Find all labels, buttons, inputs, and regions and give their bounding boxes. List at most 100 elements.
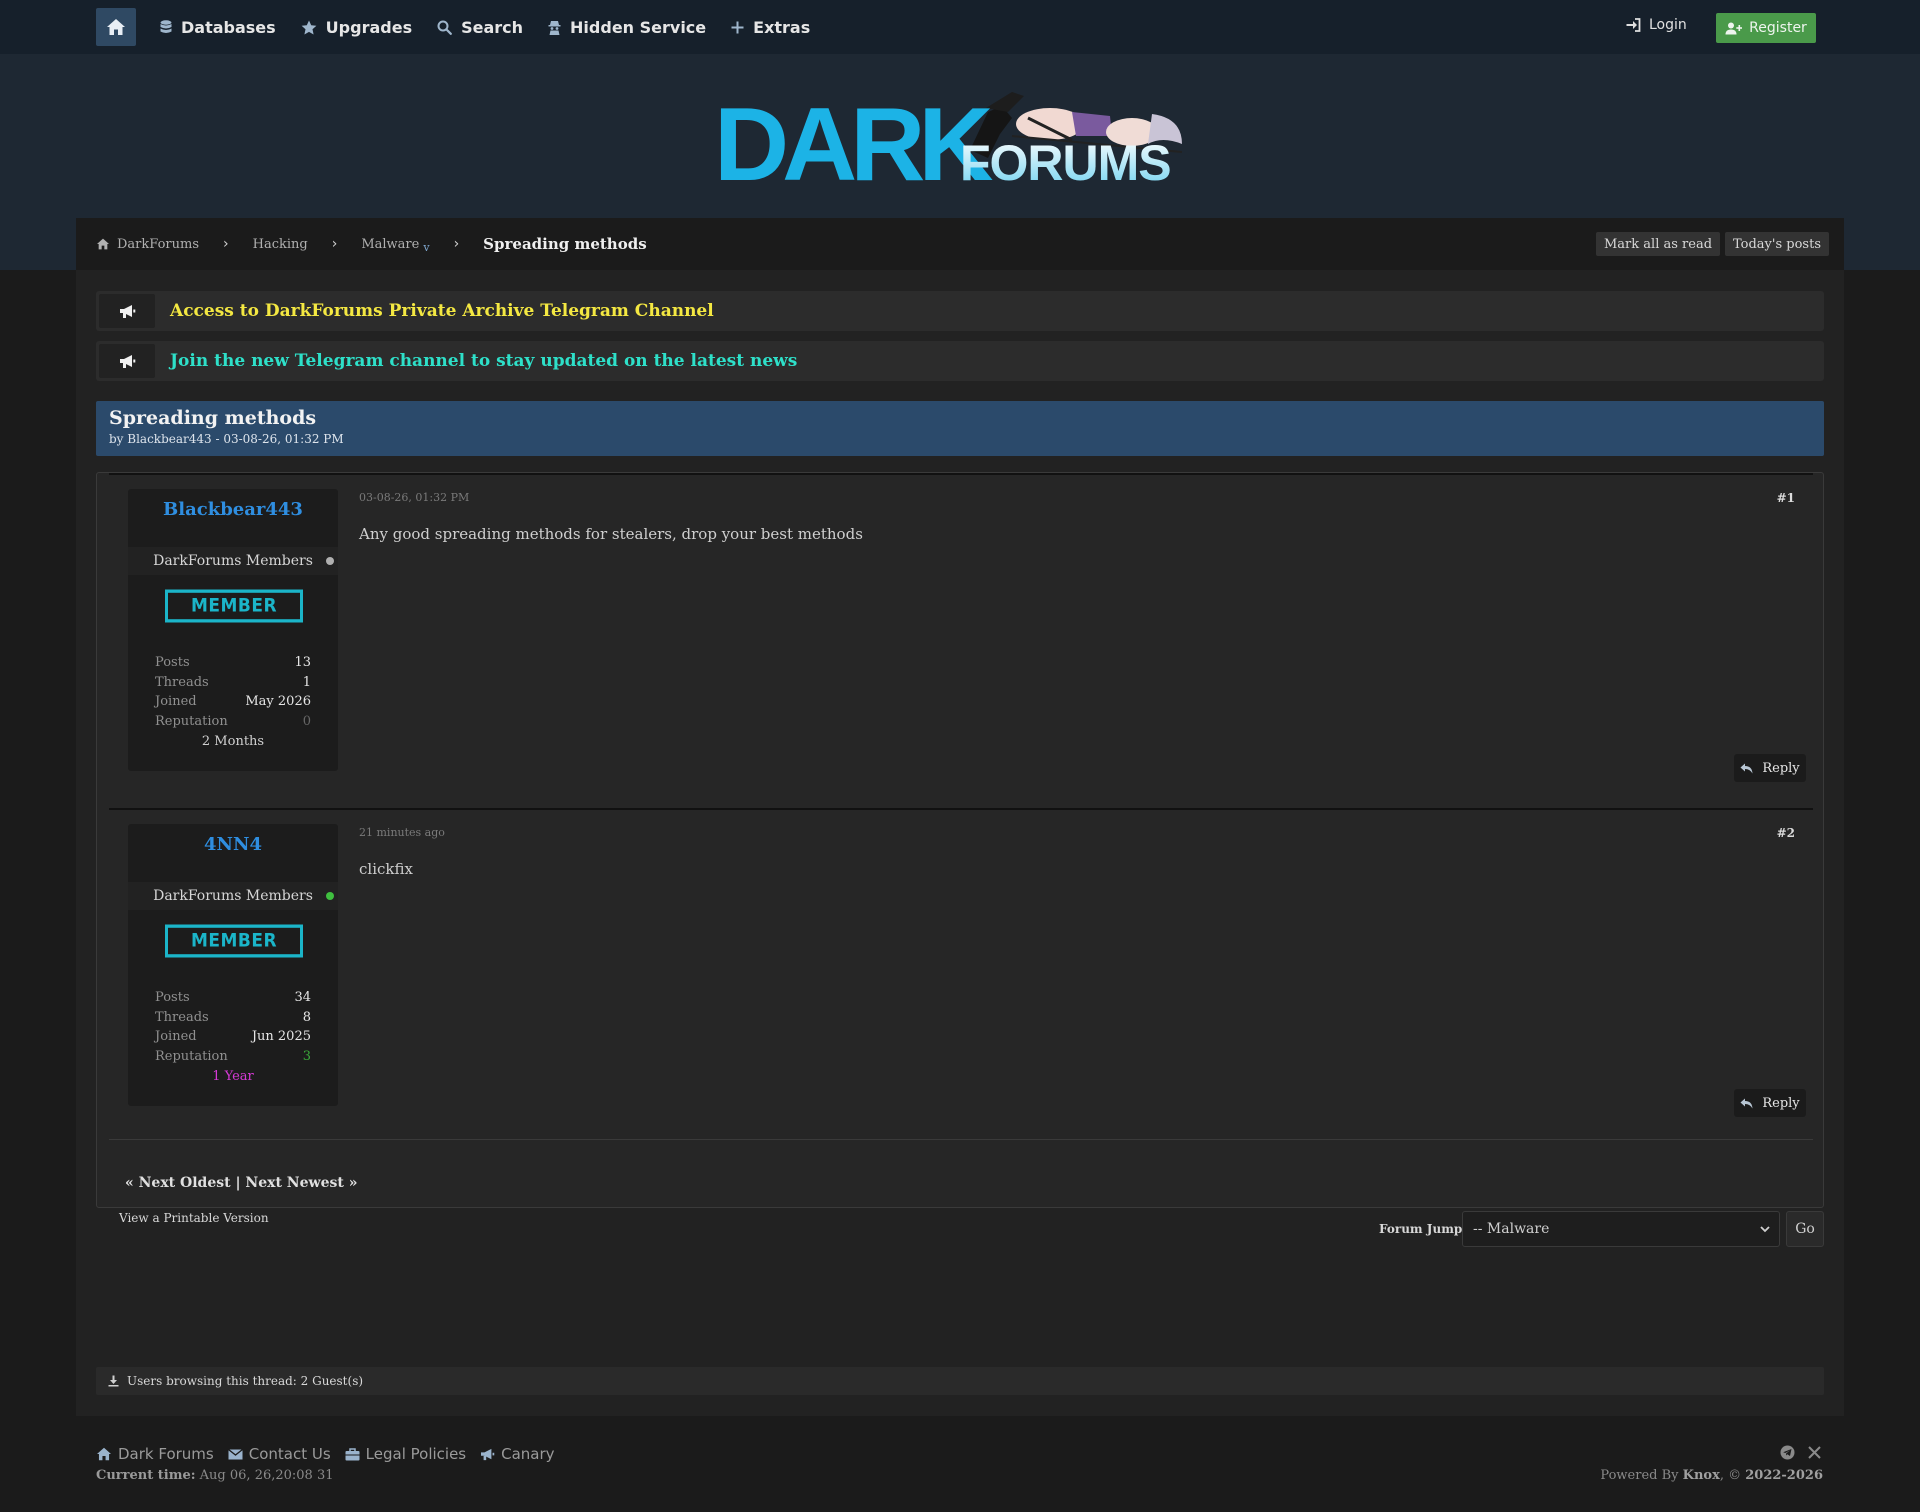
- post-number[interactable]: #2: [1777, 826, 1795, 840]
- post-author-name[interactable]: 4NN4: [128, 834, 338, 855]
- register-button[interactable]: Register: [1716, 13, 1816, 43]
- forum-jump-go-button[interactable]: Go: [1786, 1211, 1824, 1247]
- stat-value[interactable]: 8: [303, 1010, 311, 1025]
- breadcrumb-separator: ›: [223, 236, 229, 252]
- reply-icon: [1740, 1098, 1753, 1108]
- footer-link-legal-policies[interactable]: Legal Policies: [345, 1445, 466, 1463]
- stat-value[interactable]: 3: [303, 1049, 311, 1064]
- post-body: clickfix: [359, 860, 413, 878]
- stat-label: Posts: [155, 990, 190, 1005]
- post-body: Any good spreading methods for stealers,…: [359, 525, 863, 543]
- stat-value[interactable]: 13: [294, 655, 311, 670]
- offline-status-dot: [326, 557, 334, 565]
- home-icon: [107, 19, 125, 35]
- post-author-name[interactable]: Blackbear443: [128, 499, 338, 520]
- breadcrumb-item-hacking[interactable]: Hacking: [253, 237, 308, 252]
- post-author-box: Blackbear443 DarkForums Members MEMBER P…: [128, 489, 338, 771]
- footer-link-label: Contact Us: [248, 1445, 331, 1463]
- stat-posts: Posts 34: [155, 990, 311, 1005]
- stat-posts: Posts 13: [155, 655, 311, 670]
- logo-dark: DARK: [714, 87, 993, 203]
- megaphone-icon: [119, 354, 135, 368]
- search-icon: [437, 20, 452, 35]
- divider: [109, 1139, 1813, 1140]
- telegram-icon[interactable]: [1780, 1445, 1795, 1460]
- stat-reputation: Reputation 3: [155, 1049, 311, 1064]
- forum-jump-selected: -- Malware: [1473, 1221, 1550, 1237]
- rank-badge: MEMBER: [165, 924, 303, 958]
- footer-link-contact-us[interactable]: Contact Us: [227, 1445, 331, 1463]
- post-date: 03-08-26, 01:32 PM: [359, 491, 470, 504]
- stat-value[interactable]: 0: [303, 714, 311, 729]
- breadcrumb-dropdown-marker[interactable]: v: [423, 241, 429, 254]
- spy-icon: [548, 20, 561, 35]
- stat-label: Joined: [155, 1029, 197, 1044]
- printable-version-link[interactable]: View a Printable Version: [119, 1211, 269, 1225]
- star-icon: [301, 20, 317, 34]
- nav-extras[interactable]: Extras: [731, 18, 810, 37]
- posts-container: Blackbear443 DarkForums Members MEMBER P…: [96, 472, 1824, 1208]
- breadcrumb-item-darkforums: DarkForums: [117, 236, 199, 252]
- breadcrumb: DarkForums › Hacking › Malware v › Sprea…: [76, 218, 1844, 270]
- online-status-dot: [326, 892, 334, 900]
- user-group: DarkForums Members: [128, 547, 338, 575]
- users-browsing-text: Users browsing this thread: 2 Guest(s): [127, 1374, 364, 1388]
- mark-all-read-button[interactable]: Mark all as read: [1596, 232, 1721, 256]
- home-icon: [97, 238, 109, 250]
- users-browsing-bar: Users browsing this thread: 2 Guest(s): [96, 1367, 1824, 1395]
- breadcrumb-item-malware[interactable]: Malware v: [361, 236, 429, 254]
- forum-jump-select[interactable]: -- Malware: [1462, 1211, 1780, 1247]
- stat-joined: Joined Jun 2025: [155, 1029, 311, 1044]
- stat-value[interactable]: 34: [294, 990, 311, 1005]
- main-container: DarkForums › Hacking › Malware v › Sprea…: [76, 218, 1844, 1416]
- footer-link-dark-forums[interactable]: Dark Forums: [96, 1445, 214, 1463]
- post-number[interactable]: #1: [1777, 491, 1795, 505]
- announcement-telegram[interactable]: Join the new Telegram channel to stay up…: [96, 341, 1824, 381]
- home-button[interactable]: [96, 8, 136, 46]
- announcement-archive[interactable]: Access to DarkForums Private Archive Tel…: [96, 291, 1824, 331]
- announcement-icon-box: [99, 294, 155, 328]
- footer-link-label: Legal Policies: [365, 1445, 467, 1463]
- breadcrumb-separator: ›: [331, 236, 338, 252]
- announcement-text: Join the new Telegram channel to stay up…: [170, 351, 798, 371]
- nav-search[interactable]: Search: [437, 18, 523, 37]
- nav-extras-label: Extras: [753, 17, 811, 37]
- reply-button[interactable]: Reply: [1734, 754, 1806, 782]
- post-author-box: 4NN4 DarkForums Members MEMBER Posts 34 …: [128, 824, 338, 1106]
- breadcrumb-home[interactable]: DarkForums: [96, 237, 199, 252]
- thread-title: Spreading methods: [109, 407, 317, 429]
- nav-search-label: Search: [461, 17, 524, 37]
- top-navbar: Databases Upgrades Search Hidden Service…: [0, 0, 1920, 54]
- briefcase-icon: [345, 1447, 360, 1460]
- announcement-text: Access to DarkForums Private Archive Tel…: [170, 301, 714, 321]
- nav-upgrades[interactable]: Upgrades: [301, 18, 412, 37]
- megaphone-icon: [119, 304, 135, 318]
- x-twitter-icon[interactable]: [1808, 1446, 1821, 1459]
- member-age: 2 Months: [201, 734, 265, 749]
- nav-databases[interactable]: Databases: [160, 18, 276, 37]
- nav-hidden-service-label: Hidden Service: [570, 17, 707, 37]
- footer-link-canary[interactable]: Canary: [480, 1445, 555, 1463]
- powered-name[interactable]: Knox: [1683, 1468, 1720, 1483]
- stat-value[interactable]: 1: [303, 675, 311, 690]
- user-group-label: DarkForums Members: [153, 553, 313, 569]
- breadcrumb-current: Spreading methods: [483, 235, 647, 253]
- sign-in-icon: [1626, 18, 1641, 32]
- nav-hidden-service[interactable]: Hidden Service: [548, 18, 706, 37]
- download-icon: [108, 1375, 119, 1387]
- darkforums-logo[interactable]: DARK FORUMS: [712, 78, 1204, 208]
- stat-label: Posts: [155, 655, 190, 670]
- todays-posts-button[interactable]: Today's posts: [1725, 232, 1829, 256]
- powered-by: Powered By Knox, © 2022-2026: [1600, 1468, 1823, 1483]
- footer-link-label: Canary: [501, 1445, 555, 1463]
- post: Blackbear443 DarkForums Members MEMBER P…: [109, 473, 1813, 807]
- plus-icon: [731, 21, 744, 33]
- thread-meta: by Blackbear443 - 03-08-26, 01:32 PM: [109, 432, 344, 446]
- reply-label: Reply: [1762, 1095, 1800, 1111]
- register-label: Register: [1749, 20, 1807, 36]
- thread-pager[interactable]: « Next Oldest | Next Newest »: [125, 1175, 357, 1191]
- reply-button[interactable]: Reply: [1734, 1089, 1806, 1117]
- powered-years: 2022-2026: [1745, 1468, 1823, 1483]
- breadcrumb-item-malware-label: Malware: [361, 236, 420, 252]
- login-link[interactable]: Login: [1626, 17, 1687, 33]
